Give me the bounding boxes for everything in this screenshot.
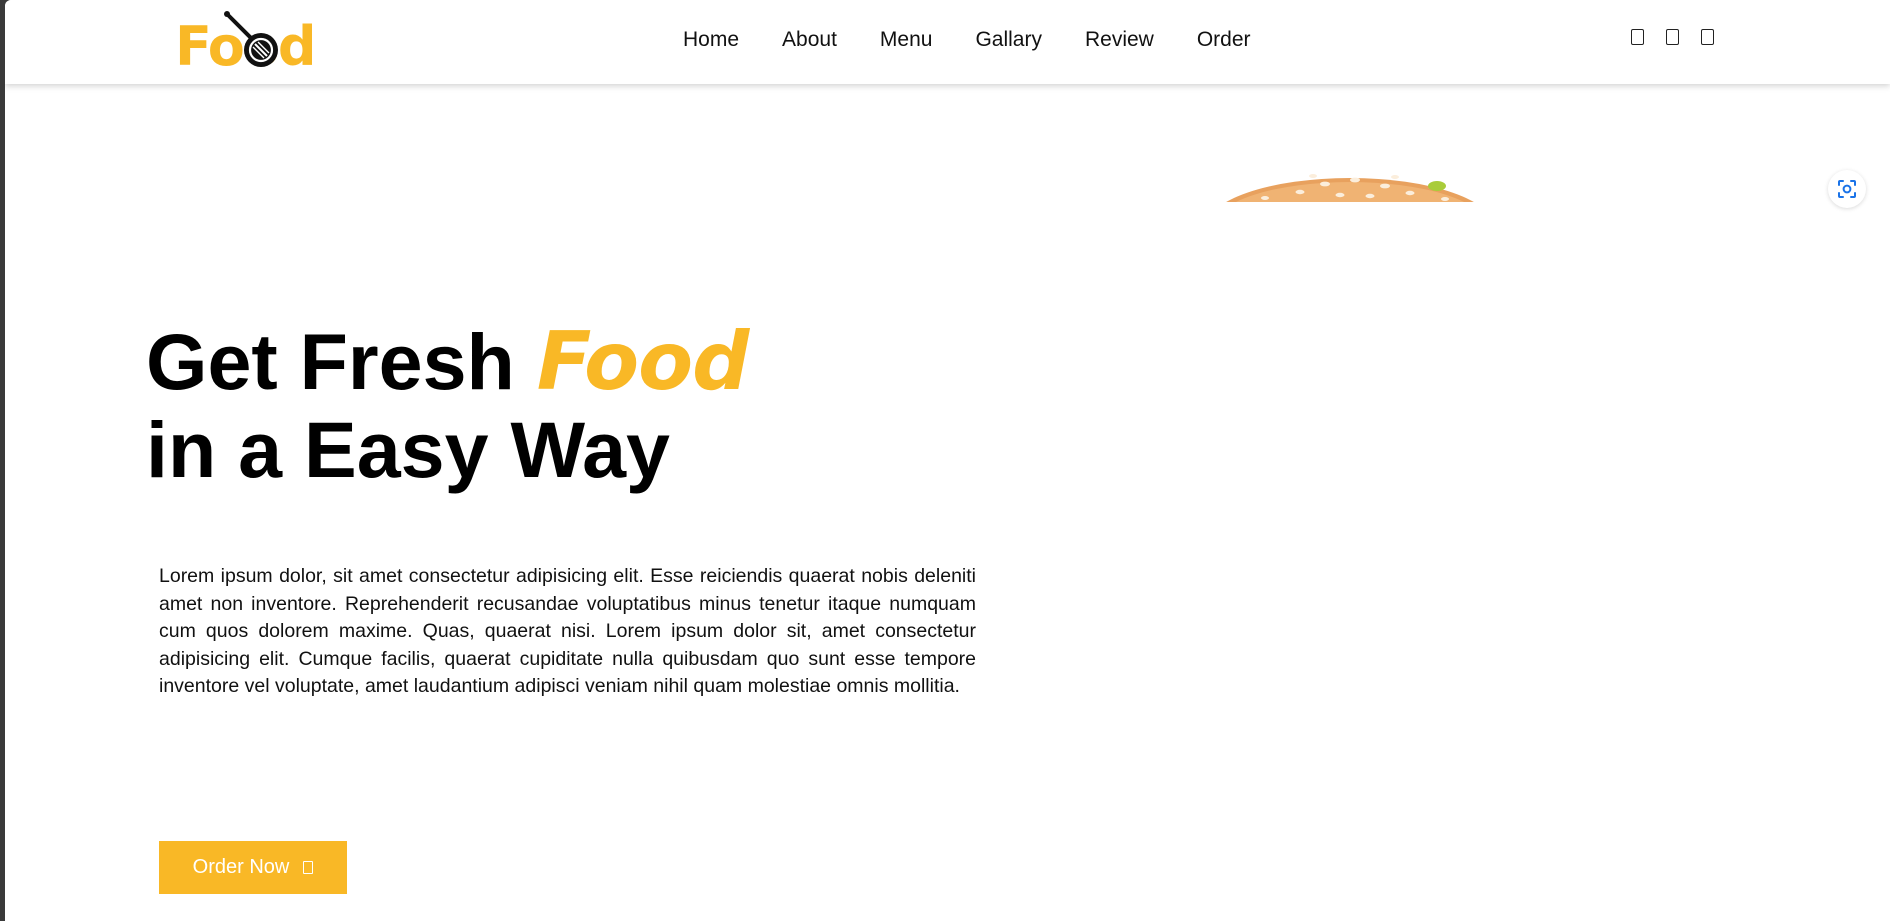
lens-icon (1838, 180, 1856, 198)
hero-title-accent: Food (536, 315, 750, 408)
arrow-right-icon (303, 861, 314, 874)
logo[interactable]: Food (175, 4, 325, 80)
page: Food Home About Menu Gallary Review Orde… (5, 0, 1890, 921)
order-now-label: Order Now (192, 856, 290, 878)
nav-link-gallery[interactable]: Gallary (975, 26, 1042, 54)
navbar: Food Home About Menu Gallary Review Orde… (5, 0, 1890, 84)
nav-link-home[interactable]: Home (683, 26, 739, 54)
order-now-button[interactable]: Order Now (159, 841, 347, 894)
nav-link-menu[interactable]: Menu (880, 26, 933, 54)
nav-link-order[interactable]: Order (1197, 26, 1251, 54)
hero-title: Get Fresh Food in a Easy Way (146, 315, 750, 494)
burger-image (1226, 174, 1474, 202)
nav-icons (1631, 29, 1736, 45)
user-icon[interactable] (1701, 29, 1714, 45)
cart-icon[interactable] (1666, 29, 1679, 45)
hero-description: Lorem ipsum dolor, sit amet consectetur … (159, 565, 976, 697)
nav-link-review[interactable]: Review (1085, 26, 1154, 54)
search-icon[interactable] (1631, 29, 1644, 45)
hero-title-prefix: Get Fresh (146, 317, 537, 406)
hero-title-line2: in a Easy Way (146, 405, 670, 494)
nav-link-about[interactable]: About (782, 26, 837, 54)
spoon-fork-logo-icon (224, 11, 278, 67)
nav-links: Home About Menu Gallary Review Order (683, 26, 1294, 54)
lens-button[interactable] (1828, 170, 1866, 208)
